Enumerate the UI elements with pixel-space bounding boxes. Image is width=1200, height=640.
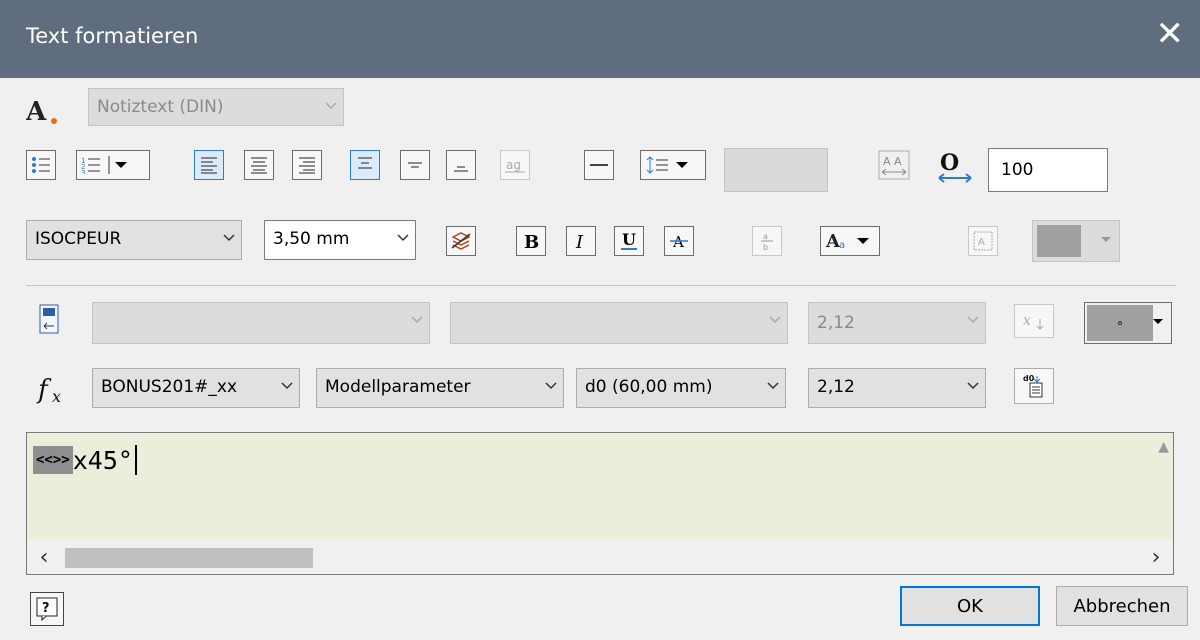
parameter-type-value: Modellparameter	[325, 377, 471, 397]
italic-button[interactable]: I	[566, 226, 596, 256]
valign-top-button[interactable]	[350, 150, 380, 180]
width-factor-input[interactable]: 100	[988, 148, 1108, 192]
chevron-down-icon	[769, 315, 781, 325]
case-change-button[interactable]: Aa	[820, 226, 880, 256]
scrollbar-thumb[interactable]	[65, 548, 313, 568]
chevron-down-icon	[325, 101, 337, 111]
width-factor-value: 100	[1001, 160, 1034, 180]
editor-text: x45°	[72, 445, 133, 475]
bullet-list-button[interactable]	[26, 150, 56, 180]
window-title: Text formatieren	[26, 24, 199, 48]
align-right-button[interactable]	[292, 150, 322, 180]
stack-fraction-button[interactable]: ab	[752, 226, 782, 256]
horizontal-scrollbar[interactable]: ‹ ›	[27, 540, 1173, 574]
svg-text:A: A	[978, 237, 985, 248]
insert-parameter-button[interactable]: d0	[1014, 368, 1054, 404]
text-style-dropdown[interactable]: Notiztext (DIN)	[88, 88, 344, 126]
svg-text:A: A	[26, 97, 47, 126]
chevron-down-icon	[223, 233, 235, 243]
symbol-precision-dropdown[interactable]: 2,12	[808, 302, 986, 344]
font-size-value: 3,50 mm	[273, 229, 350, 249]
symbol-subcategory-dropdown[interactable]	[450, 302, 788, 344]
part-value: BONUS201#_xx	[101, 377, 238, 397]
line-spacing-button[interactable]	[640, 150, 706, 180]
line-separator-button[interactable]	[584, 150, 614, 180]
text-frame-button[interactable]: A	[968, 226, 998, 256]
close-icon[interactable]: ✕	[1156, 14, 1185, 54]
numbered-list-button[interactable]: 123	[76, 150, 150, 180]
svg-text:x: x	[1023, 313, 1031, 329]
text-caret	[134, 445, 137, 475]
text-color-dropdown[interactable]	[1032, 220, 1120, 262]
part-dropdown[interactable]: BONUS201#_xx	[92, 368, 300, 408]
title-bar: Text formatieren ✕	[0, 0, 1200, 78]
svg-text:B: B	[524, 232, 539, 251]
chevron-down-icon	[411, 315, 423, 325]
selected-dimension-token[interactable]: <<>>	[33, 446, 73, 474]
precision-dropdown[interactable]: 2,12	[808, 368, 986, 408]
svg-text:3: 3	[81, 169, 85, 174]
layer-icon-button[interactable]	[446, 226, 476, 256]
spacing-percent-icon: O	[936, 150, 976, 186]
function-icon: fx	[36, 374, 76, 408]
strikethrough-button[interactable]: A	[664, 226, 694, 256]
svg-text:A: A	[894, 155, 902, 168]
parameter-type-dropdown[interactable]: Modellparameter	[316, 368, 564, 408]
line-spacing-field[interactable]	[724, 148, 828, 192]
svg-text:U: U	[622, 230, 636, 249]
parameter-dropdown[interactable]: d0 (60,00 mm)	[576, 368, 786, 408]
insert-symbol-button[interactable]: x	[1014, 304, 1054, 338]
text-style-icon: A	[25, 96, 66, 127]
precision-value: 2,12	[817, 377, 855, 397]
font-value: ISOCPEUR	[35, 229, 122, 249]
scroll-right-icon[interactable]: ›	[1139, 540, 1173, 574]
bold-button[interactable]: B	[516, 226, 546, 256]
font-dropdown[interactable]: ISOCPEUR	[26, 220, 242, 260]
chevron-down-icon	[397, 233, 409, 243]
text-editor[interactable]: <<>> x45° ▲ ‹ ›	[26, 432, 1174, 575]
section-divider	[26, 285, 1176, 286]
color-swatch	[1037, 225, 1081, 257]
chevron-down-icon	[967, 315, 979, 325]
svg-text:a: a	[839, 240, 845, 251]
svg-text:ag: ag	[506, 158, 521, 172]
svg-text:?: ?	[42, 601, 50, 616]
svg-text:x: x	[52, 387, 61, 406]
parameter-value: d0 (60,00 mm)	[585, 377, 713, 397]
svg-text:A: A	[883, 155, 891, 168]
svg-text:A: A	[672, 233, 684, 251]
svg-text:d0: d0	[1023, 374, 1035, 383]
symbol-color-dropdown[interactable]: ∘	[1084, 302, 1172, 344]
caret-down-icon	[1101, 236, 1111, 246]
ok-button[interactable]: OK	[900, 586, 1040, 626]
text-fit-button[interactable]: ag	[500, 150, 530, 180]
caret-down-icon	[1153, 318, 1163, 328]
stretch-icon: AA	[878, 150, 912, 182]
scroll-left-icon[interactable]: ‹	[27, 540, 61, 574]
chevron-down-icon	[281, 381, 293, 391]
text-style-value: Notiztext (DIN)	[97, 97, 224, 117]
svg-text:a: a	[763, 232, 768, 241]
symbol-color-swatch: ∘	[1087, 305, 1153, 341]
svg-text:O: O	[940, 150, 959, 176]
chevron-down-icon	[967, 381, 979, 391]
svg-text:f: f	[36, 375, 52, 405]
svg-text:b: b	[763, 243, 768, 252]
scroll-up-icon[interactable]: ▲	[1158, 439, 1169, 455]
chevron-down-icon	[767, 381, 779, 391]
underline-button[interactable]: U	[614, 226, 644, 256]
chevron-down-icon	[545, 381, 557, 391]
align-left-button[interactable]	[194, 150, 224, 180]
svg-text:I: I	[575, 232, 584, 251]
cancel-button[interactable]: Abbrechen	[1056, 586, 1188, 626]
align-center-button[interactable]	[244, 150, 274, 180]
editor-content[interactable]: <<>> x45°	[33, 445, 137, 475]
help-button[interactable]: ?	[30, 592, 64, 626]
symbol-precision-value: 2,12	[817, 313, 855, 333]
symbol-category-dropdown[interactable]	[92, 302, 430, 344]
font-size-dropdown[interactable]: 3,50 mm	[264, 220, 416, 260]
symbol-icon	[38, 304, 60, 336]
valign-middle-button[interactable]	[400, 150, 430, 180]
valign-bottom-button[interactable]	[446, 150, 476, 180]
